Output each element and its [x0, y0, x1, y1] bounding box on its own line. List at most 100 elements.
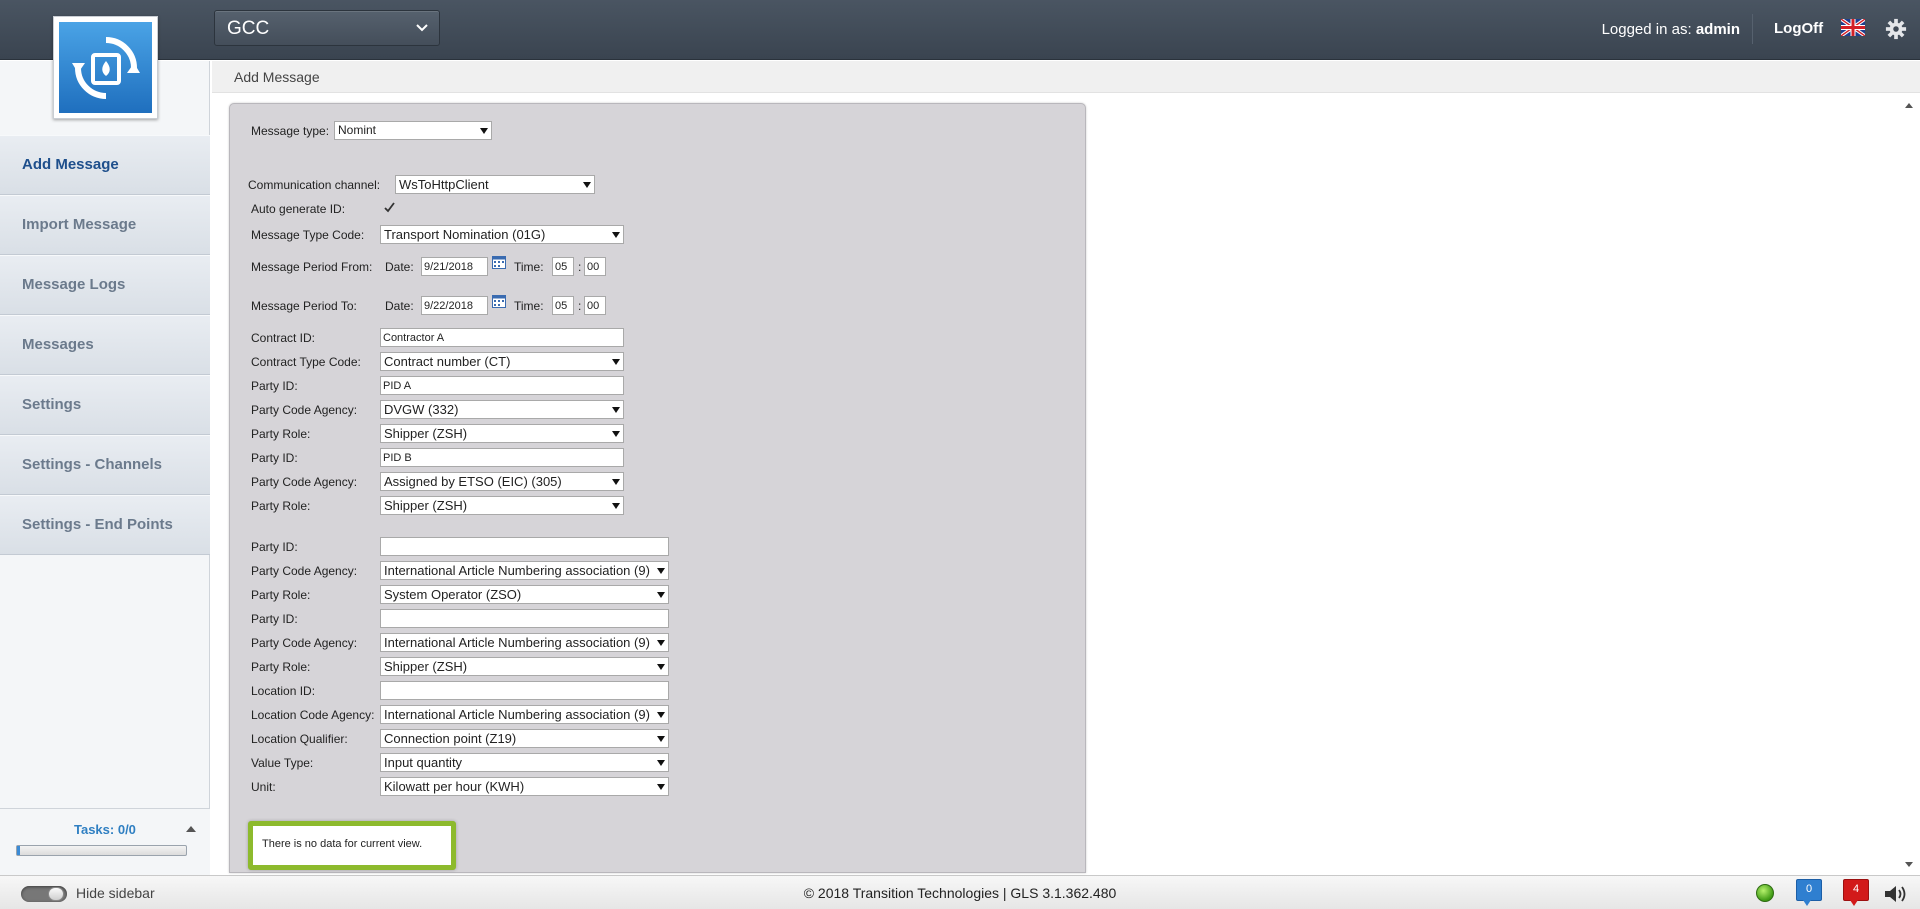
party3-role-value: System Operator (ZSO) — [384, 587, 522, 602]
message-type-select[interactable]: Nomint — [334, 121, 492, 140]
uk-flag-icon[interactable] — [1841, 19, 1865, 36]
party3-agency-select[interactable]: International Article Numbering associat… — [380, 561, 669, 580]
location-id-label: Location ID: — [251, 684, 316, 698]
sidebar: Add Message Import Message Message Logs … — [0, 61, 210, 876]
party1-id-input[interactable]: PID A — [380, 376, 624, 395]
dropdown-arrow-icon — [657, 784, 665, 790]
party3-agency-label: Party Code Agency: — [251, 564, 358, 578]
party4-id-input[interactable] — [380, 609, 669, 628]
logged-in-info: Logged in as: admin — [1602, 21, 1740, 38]
period-from-time-label: Time: — [514, 260, 544, 274]
period-to-time-separator: : — [578, 299, 582, 313]
location-code-agency-select[interactable]: International Article Numbering associat… — [380, 705, 669, 724]
no-data-notice: There is no data for current view. — [248, 821, 456, 870]
party1-role-value: Shipper (ZSH) — [384, 426, 468, 441]
logoff-link[interactable]: LogOff — [1774, 20, 1823, 37]
sidebar-item-settings-channels[interactable]: Settings - Channels — [0, 435, 210, 495]
calendar-icon[interactable] — [492, 255, 506, 269]
period-from-date-label: Date: — [385, 260, 414, 274]
app-logo[interactable] — [53, 16, 158, 119]
party2-role-select[interactable]: Shipper (ZSH) — [380, 496, 624, 515]
period-to-hour-input[interactable]: 05 — [552, 296, 574, 315]
party1-agency-value: DVGW (332) — [384, 402, 459, 417]
party4-agency-value: International Article Numbering associat… — [384, 635, 650, 650]
party2-agency-label: Party Code Agency: — [251, 475, 358, 489]
dropdown-arrow-icon — [657, 760, 665, 766]
dropdown-arrow-icon — [583, 182, 591, 188]
sidebar-item-messages[interactable]: Messages — [0, 315, 210, 375]
party4-agency-select[interactable]: International Article Numbering associat… — [380, 633, 669, 652]
location-id-input[interactable] — [380, 681, 669, 700]
contract-type-code-value: Contract number (CT) — [384, 354, 511, 369]
contract-type-code-label: Contract Type Code: — [251, 355, 361, 369]
messages-badge-icon[interactable]: 0 — [1796, 879, 1822, 906]
dropdown-arrow-icon — [657, 736, 665, 742]
top-bar: GCC Logged in as: admin LogOff — [0, 0, 1920, 60]
badge-tail — [1850, 900, 1858, 906]
party2-id-input[interactable]: PID B — [380, 448, 624, 467]
party3-id-input[interactable] — [380, 537, 669, 556]
gear-icon[interactable] — [1885, 18, 1907, 40]
communication-channel-select[interactable]: WsToHttpClient — [395, 175, 595, 194]
sidebar-item-settings-end-points[interactable]: Settings - End Points — [0, 495, 210, 555]
party2-id-label: Party ID: — [251, 451, 298, 465]
dropdown-arrow-icon — [612, 407, 620, 413]
location-qualifier-select[interactable]: Connection point (Z19) — [380, 729, 669, 748]
scroll-up-arrow-icon[interactable] — [1905, 103, 1913, 108]
scroll-down-arrow-icon[interactable] — [1905, 862, 1913, 867]
period-to-date-input[interactable]: 9/22/2018 — [421, 296, 488, 315]
period-from-hour-input[interactable]: 05 — [552, 257, 574, 276]
auto-generate-id-label: Auto generate ID: — [251, 202, 346, 216]
party2-role-label: Party Role: — [251, 499, 311, 513]
tasks-panel: Tasks: 0/0 — [0, 808, 210, 876]
tasks-expand-icon[interactable] — [186, 826, 196, 832]
location-code-agency-label: Location Code Agency: — [251, 708, 375, 722]
add-message-form: Message type: Nomint Communication chann… — [229, 103, 1086, 873]
dropdown-arrow-icon — [612, 359, 620, 365]
message-type-label: Message type: — [251, 124, 330, 138]
dropdown-arrow-icon — [612, 479, 620, 485]
app-selector-value: GCC — [227, 18, 270, 39]
sidebar-item-message-logs[interactable]: Message Logs — [0, 255, 210, 315]
message-type-code-label: Message Type Code: — [251, 228, 365, 242]
contract-id-input[interactable]: Contractor A — [380, 328, 624, 347]
dropdown-arrow-icon — [657, 640, 665, 646]
party3-id-label: Party ID: — [251, 540, 298, 554]
dropdown-arrow-icon — [612, 431, 620, 437]
dropdown-arrow-icon — [612, 503, 620, 509]
calendar-icon[interactable] — [492, 294, 506, 308]
breadcrumb: Add Message — [234, 69, 320, 85]
sidebar-item-settings[interactable]: Settings — [0, 375, 210, 435]
app-selector[interactable]: GCC — [214, 10, 440, 46]
communication-channel-label: Communication channel: — [248, 178, 381, 192]
party3-role-select[interactable]: System Operator (ZSO) — [380, 585, 669, 604]
party4-role-select[interactable]: Shipper (ZSH) — [380, 657, 669, 676]
gas-refresh-logo-icon — [71, 36, 140, 99]
auto-generate-id-checkbox[interactable] — [383, 201, 396, 214]
period-to-minute-input[interactable]: 00 — [584, 296, 606, 315]
sidebar-item-import-message[interactable]: Import Message — [0, 195, 210, 255]
party4-id-label: Party ID: — [251, 612, 298, 626]
party1-agency-select[interactable]: DVGW (332) — [380, 400, 624, 419]
period-from-minute-input[interactable]: 00 — [584, 257, 606, 276]
party2-agency-value: Assigned by ETSO (EIC) (305) — [384, 474, 562, 489]
communication-channel-value: WsToHttpClient — [399, 177, 489, 192]
sidebar-nav: Add Message Import Message Message Logs … — [0, 135, 210, 555]
period-to-date-label: Date: — [385, 299, 414, 313]
speaker-icon[interactable] — [1883, 883, 1911, 905]
unit-select[interactable]: Kilowatt per hour (KWH) — [380, 777, 669, 796]
period-from-date-input[interactable]: 9/21/2018 — [421, 257, 488, 276]
message-type-code-select[interactable]: Transport Nomination (01G) — [380, 225, 624, 244]
party2-agency-select[interactable]: Assigned by ETSO (EIC) (305) — [380, 472, 624, 491]
dropdown-arrow-icon — [657, 592, 665, 598]
tasks-label[interactable]: Tasks: 0/0 — [74, 822, 136, 837]
party2-role-value: Shipper (ZSH) — [384, 498, 468, 513]
alerts-badge-icon[interactable]: 4 — [1843, 879, 1869, 906]
party1-role-select[interactable]: Shipper (ZSH) — [380, 424, 624, 443]
contract-type-code-select[interactable]: Contract number (CT) — [380, 352, 624, 371]
dropdown-arrow-icon — [480, 128, 488, 134]
value-type-select[interactable]: Input quantity — [380, 753, 669, 772]
party3-role-label: Party Role: — [251, 588, 311, 602]
copyright-text: © 2018 Transition Technologies | GLS 3.1… — [803, 885, 1117, 901]
sidebar-item-add-message[interactable]: Add Message — [0, 135, 210, 195]
